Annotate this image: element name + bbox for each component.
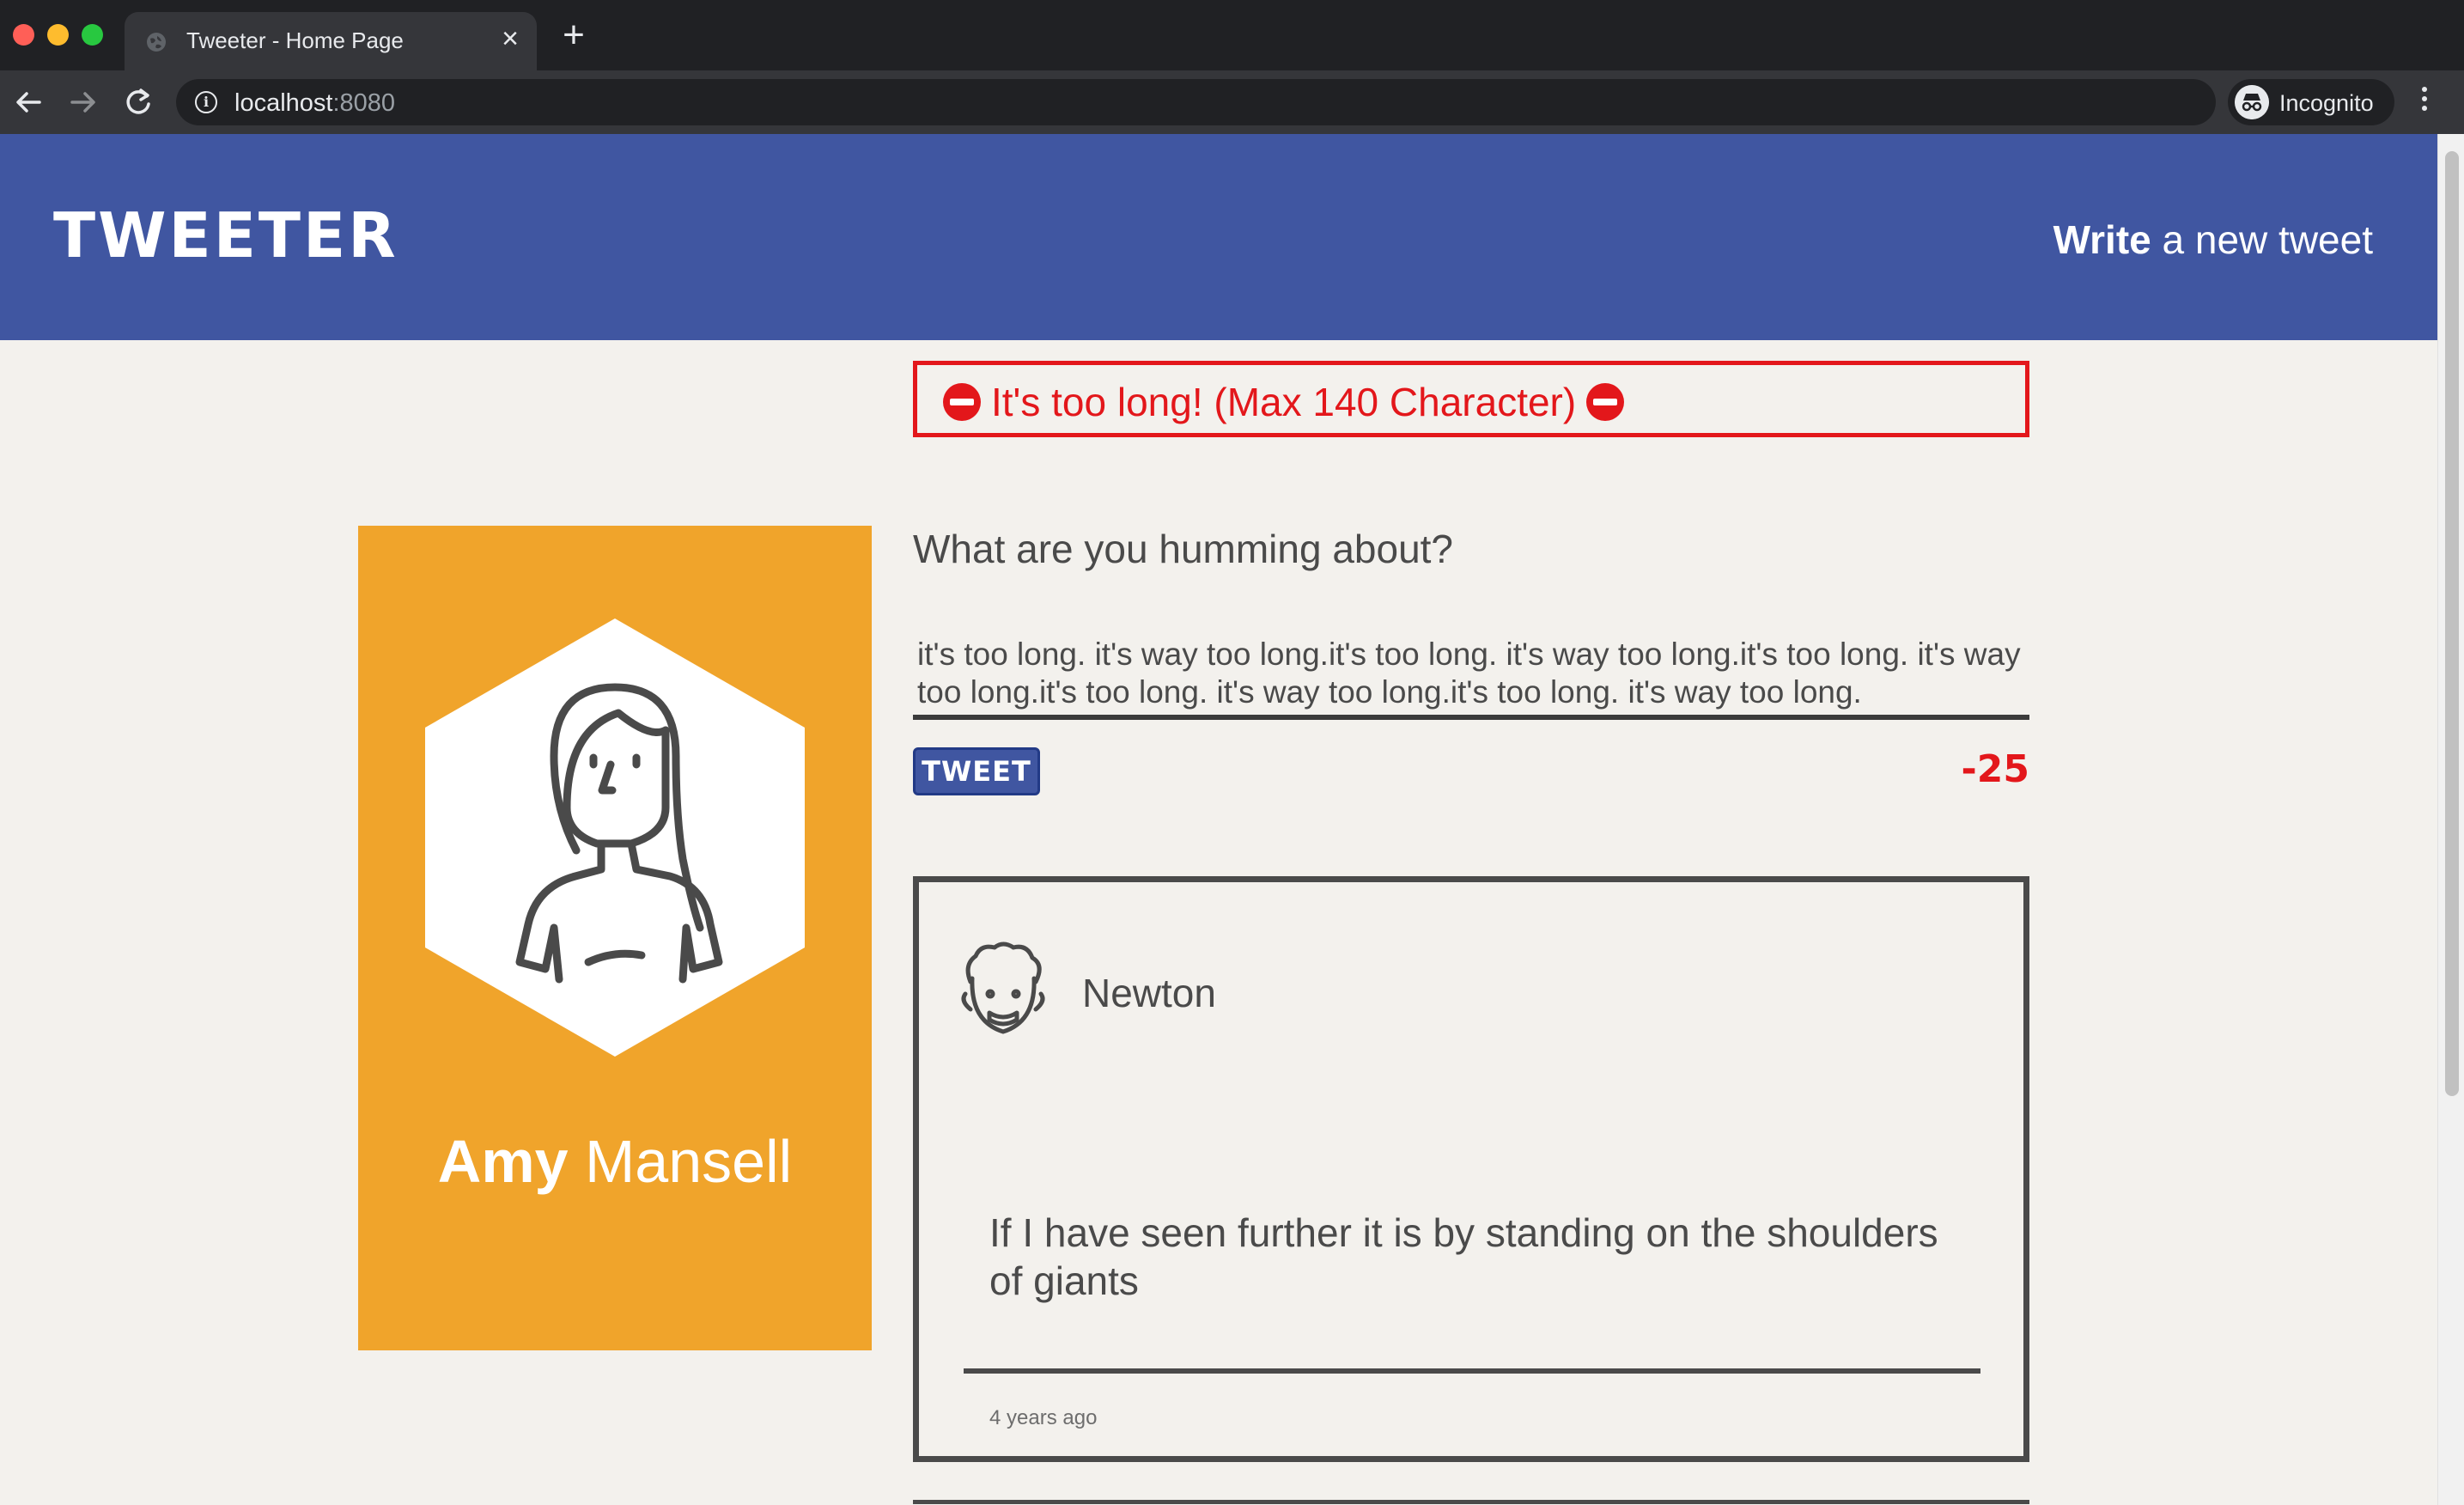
- globe-icon: [147, 33, 166, 52]
- site-logo[interactable]: TWEETER: [53, 204, 398, 266]
- profile-first-name: Amy: [437, 1128, 569, 1195]
- error-message: It's too long! (Max 140 Character): [991, 380, 1577, 424]
- browser-tab-bar: Tweeter - Home Page × +: [0, 0, 2464, 70]
- profile-name: Amy Mansell: [358, 1127, 872, 1196]
- compose-link-bold: Write: [2053, 217, 2151, 262]
- no-entry-icon: [1586, 383, 1625, 421]
- profile-last-name: Mansell: [568, 1128, 793, 1195]
- compose-link-rest: a new tweet: [2151, 217, 2374, 262]
- incognito-indicator[interactable]: Incognito: [2228, 79, 2394, 125]
- incognito-label: Incognito: [2279, 90, 2374, 116]
- page-scrollbar[interactable]: [2437, 134, 2464, 1505]
- tweet-author-name: Newton: [1082, 971, 1216, 1015]
- tweet-submit-button[interactable]: TWEET: [913, 747, 1040, 795]
- tweet-body: If I have seen further it is by standing…: [989, 1210, 1938, 1303]
- next-tweet-card-edge: [913, 1500, 2029, 1504]
- new-tab-button[interactable]: +: [558, 16, 589, 54]
- browser-toolbar: i localhost:8080 ★ Incognito: [0, 70, 2464, 134]
- back-arrow-icon[interactable]: [10, 84, 46, 120]
- url-host: localhost: [234, 89, 333, 117]
- tweet-card: Newton If I have seen further it is by s…: [913, 876, 2029, 1462]
- error-message-box: It's too long! (Max 140 Character): [913, 361, 2029, 437]
- close-window-button[interactable]: [13, 24, 34, 46]
- forward-arrow-icon[interactable]: [65, 84, 101, 120]
- tweet-textarea-text[interactable]: it's too long. it's way too long.it's to…: [917, 636, 2025, 711]
- browser-tab[interactable]: Tweeter - Home Page ×: [125, 12, 537, 70]
- url-port: :8080: [332, 89, 396, 117]
- tab-title: Tweeter - Home Page: [186, 27, 404, 53]
- user-avatar-icon: [425, 618, 805, 1057]
- incognito-icon: [2235, 85, 2269, 119]
- write-new-tweet-link[interactable]: Write a new tweet: [2053, 216, 2373, 263]
- url-text[interactable]: localhost:8080: [234, 89, 395, 118]
- minimize-window-button[interactable]: [47, 24, 69, 46]
- address-bar[interactable]: i localhost:8080 ★: [176, 79, 2351, 125]
- site-header: TWEETER Write a new tweet: [0, 134, 2437, 340]
- info-icon[interactable]: i: [195, 91, 217, 113]
- maximize-window-button[interactable]: [82, 24, 103, 46]
- kebab-menu-icon[interactable]: [2412, 82, 2437, 122]
- composer-prompt: What are you humming about?: [913, 527, 1454, 571]
- user-avatar-icon: [961, 941, 1045, 1034]
- reload-icon[interactable]: [120, 84, 156, 120]
- tweet-timestamp: 4 years ago: [989, 1406, 1098, 1429]
- profile-card: Amy Mansell: [358, 526, 872, 1350]
- character-counter: -25: [1961, 747, 2030, 791]
- close-tab-icon[interactable]: ×: [496, 24, 525, 53]
- tweet-textarea[interactable]: it's too long. it's way too long.it's to…: [913, 634, 2029, 720]
- tweet-divider: [964, 1368, 1980, 1374]
- no-entry-icon: [943, 383, 981, 421]
- scrollbar-thumb[interactable]: [2445, 151, 2459, 1096]
